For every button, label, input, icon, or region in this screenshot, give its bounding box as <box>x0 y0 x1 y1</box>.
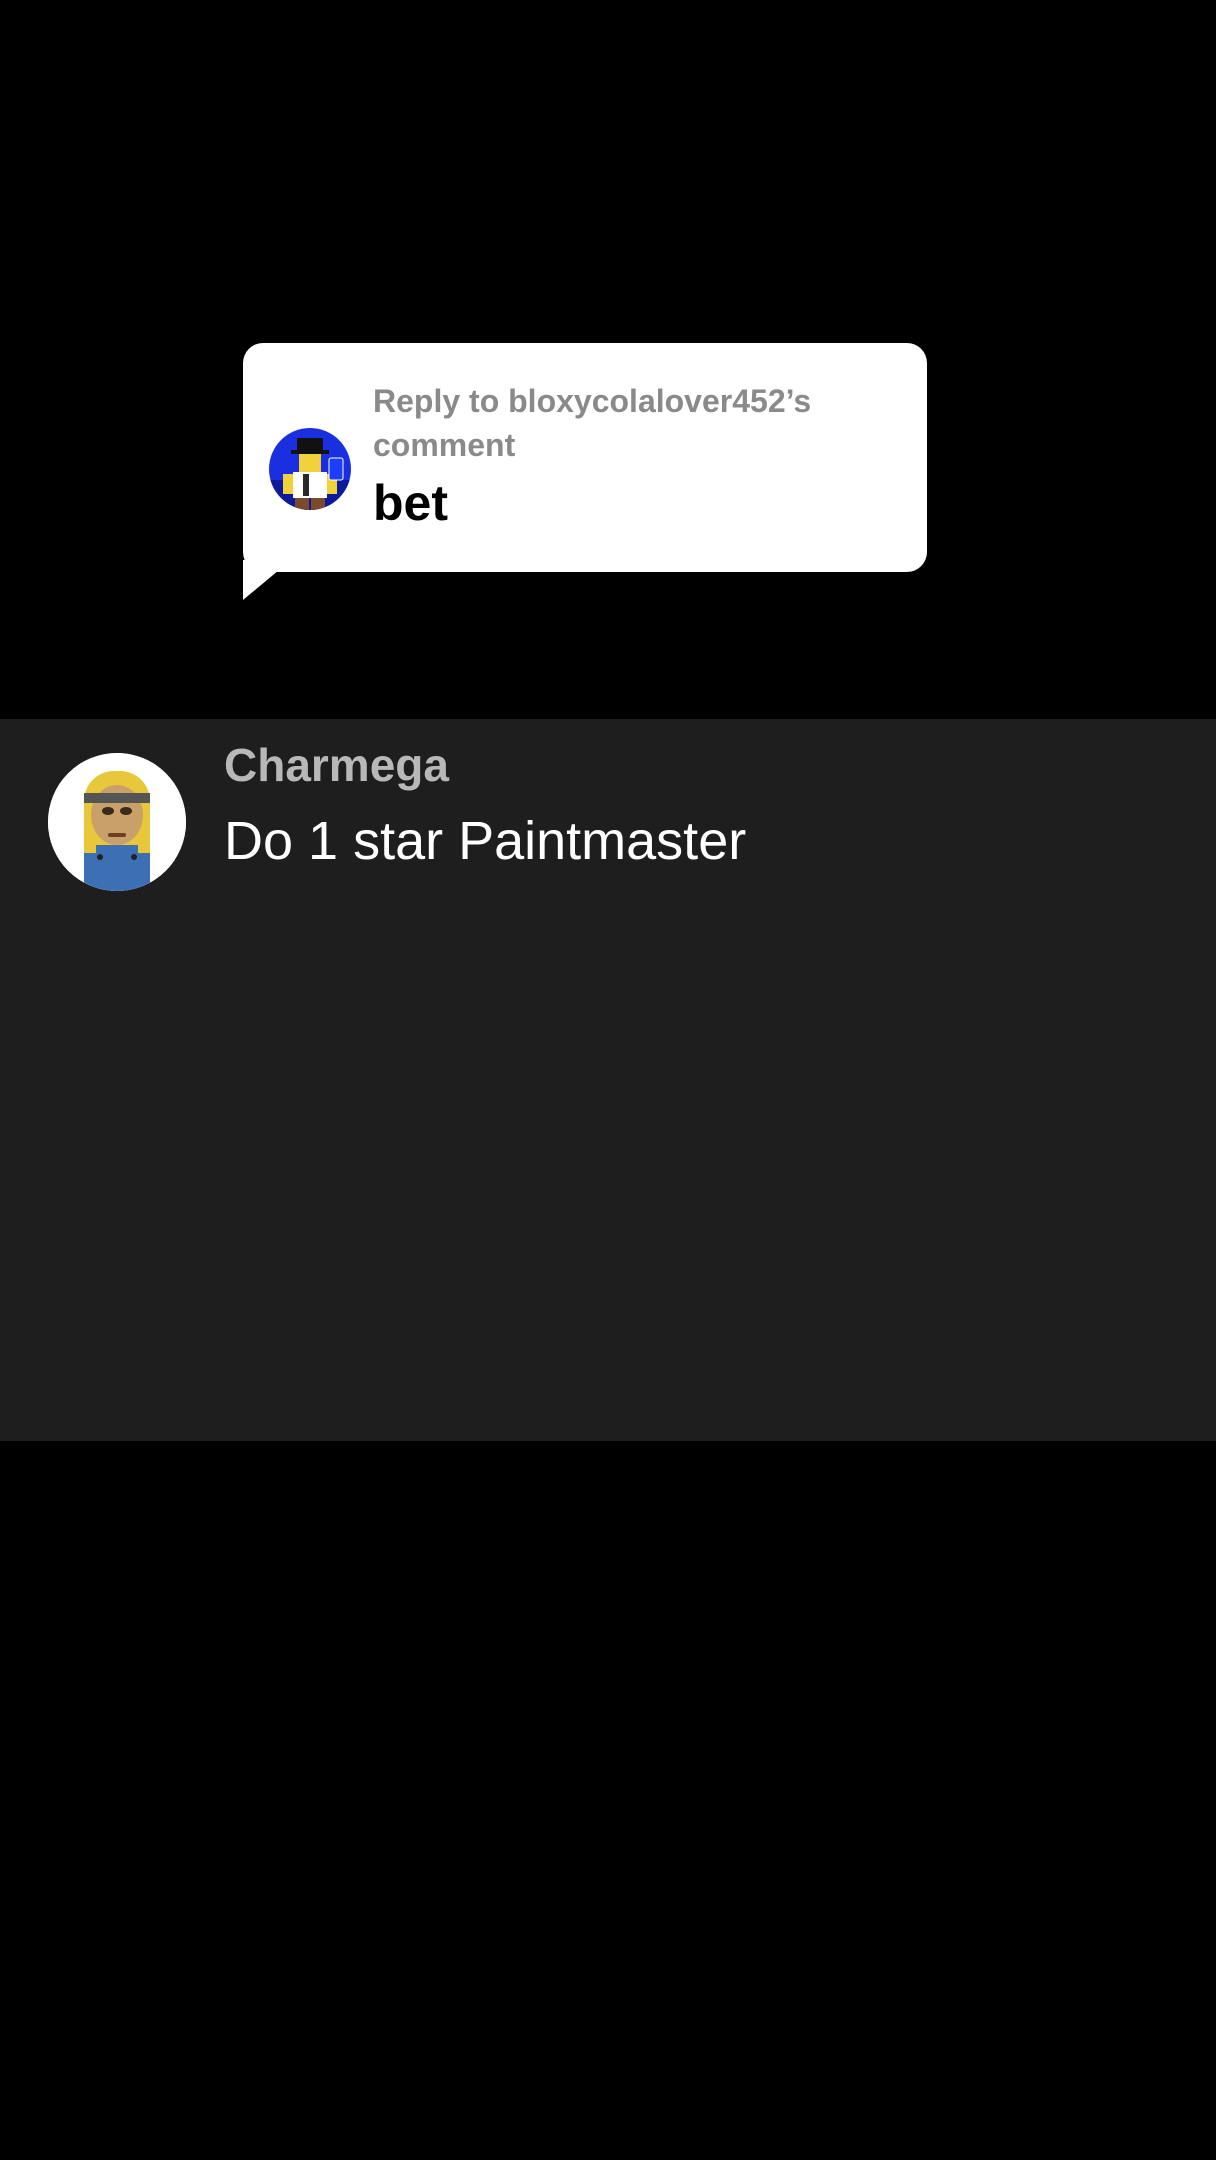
reply-sticker[interactable]: Reply to bloxycolalover452’s comment bet <box>243 343 927 572</box>
reply-heading: Reply to bloxycolalover452’s comment <box>373 379 893 467</box>
comment-text: Do 1 star Paintmaster <box>224 811 747 871</box>
reply-heading-line1: Reply to bloxycolalover452’s <box>373 383 812 419</box>
reply-text: bet <box>373 475 448 531</box>
minion-avatar-icon[interactable] <box>48 753 186 891</box>
reply-heading-line2: comment <box>373 427 516 463</box>
comment-panel: Charmega Do 1 star Paintmaster <box>0 719 1216 1441</box>
reply-bubble-tail <box>243 560 291 600</box>
roblox-avatar-icon <box>269 428 351 510</box>
comment-username[interactable]: Charmega <box>224 735 449 795</box>
